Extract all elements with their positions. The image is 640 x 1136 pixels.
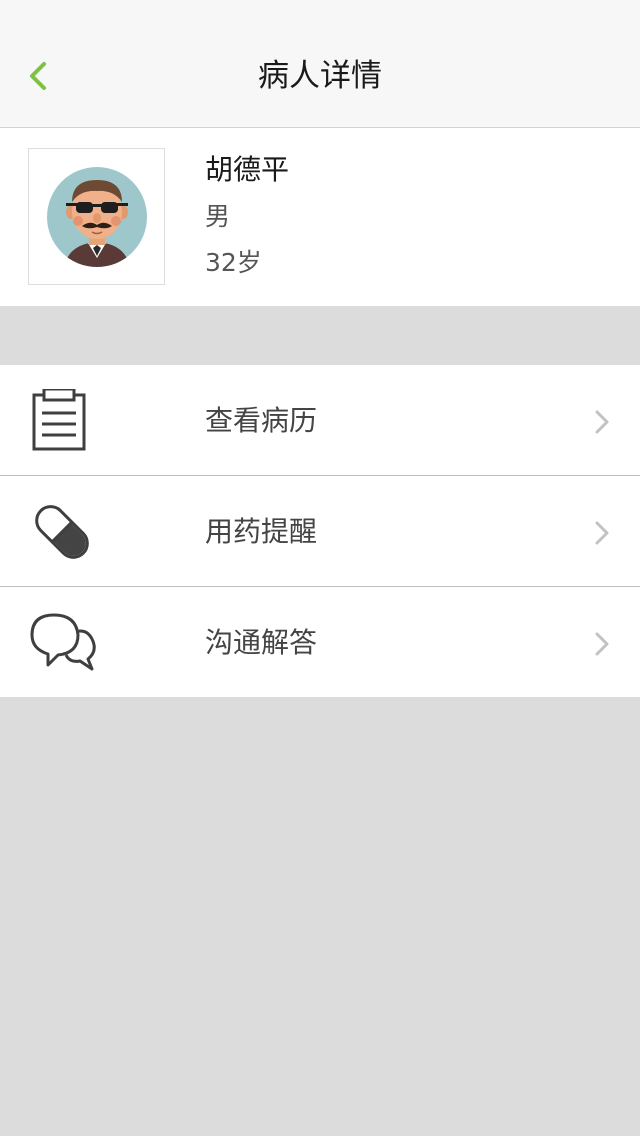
chevron-right-icon <box>595 410 609 434</box>
menu-item-label: 用药提醒 <box>205 515 318 548</box>
patient-profile-card: 胡德平 男 32岁 <box>0 128 640 306</box>
clipboard-icon <box>32 389 86 451</box>
avatar[interactable] <box>28 148 165 285</box>
patient-gender: 男 <box>205 202 231 231</box>
menu-item-communication[interactable]: 沟通解答 <box>0 586 640 697</box>
page-title: 病人详情 <box>258 58 382 94</box>
app-root: 病人详情 胡德平 男 32岁 查看病历 用药提醒 沟通解答 <box>0 0 640 1136</box>
menu-item-medication-reminder[interactable]: 用药提醒 <box>0 475 640 586</box>
menu-item-medical-record[interactable]: 查看病历 <box>0 365 640 475</box>
avatar-icon <box>47 167 147 267</box>
patient-age: 32岁 <box>205 248 262 277</box>
navigation-bar: 病人详情 <box>0 0 640 128</box>
menu-item-label: 沟通解答 <box>205 626 318 659</box>
chevron-right-icon <box>595 632 609 656</box>
chevron-right-icon <box>595 521 609 545</box>
menu-list: 查看病历 用药提醒 沟通解答 <box>0 365 640 697</box>
chat-bubbles-icon <box>30 613 96 671</box>
pill-icon <box>35 505 89 559</box>
patient-name: 胡德平 <box>205 153 290 186</box>
menu-item-label: 查看病历 <box>205 404 318 437</box>
